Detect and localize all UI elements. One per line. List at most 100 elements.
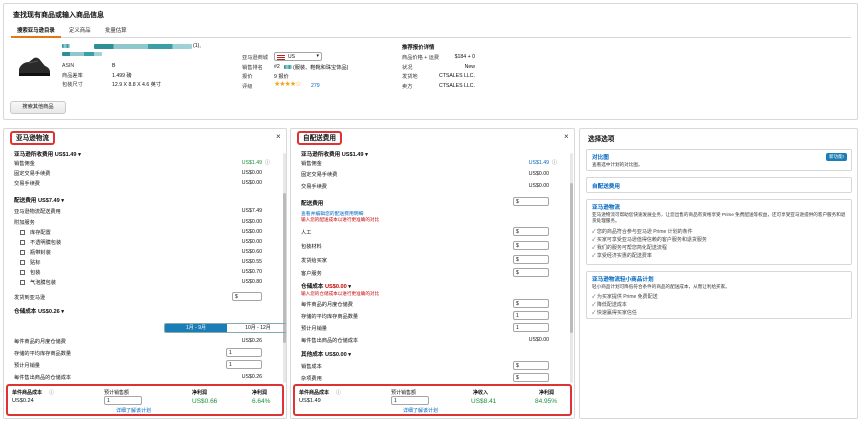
check-item: ✓ 我们的服务可帮您简化配送流程 xyxy=(592,244,667,251)
fba-ship-title: 配送费用 US$7.49 ▾ xyxy=(14,196,64,204)
rating-stars-icon: ★★★★☆ xyxy=(274,81,301,88)
fba-addon-label: 附加服务 xyxy=(14,220,35,226)
mfn-storage-row-label: 每件售出商品的仓储成本 xyxy=(301,338,359,344)
chevron-down-icon[interactable]: ▾ xyxy=(365,152,368,158)
mfn-monthly-sales-input[interactable]: 1 xyxy=(513,323,549,332)
mfn-option-card[interactable]: 自配送费用 xyxy=(586,177,852,193)
mfn-misc-input[interactable]: $ xyxy=(513,373,549,382)
service-label: 贴标 xyxy=(30,260,41,266)
checkbox-tape[interactable] xyxy=(20,250,25,255)
rank-value: #2 xyxy=(274,64,280,70)
mfn-txn-fee-label: 交易手续费 xyxy=(301,184,327,190)
service-value: US$0.80 xyxy=(241,279,262,285)
check-item: ✓ 快速赢得买家信任 xyxy=(592,309,637,316)
mfn-monthly-storage-input[interactable]: $ xyxy=(513,299,549,308)
info-icon[interactable]: ⓘ xyxy=(552,159,557,166)
product-search-panel: 查找现有商品或输入商品信息 搜索亚马逊目录 定义商品 批量估算 (1), ASI… xyxy=(3,3,858,120)
page-title: 查找现有商品或输入商品信息 xyxy=(13,12,104,19)
net-income-label: 净收入 xyxy=(473,390,489,396)
rank-label: 销售排名 xyxy=(242,65,263,71)
info-icon[interactable]: ⓘ xyxy=(49,389,54,396)
service-value: US$0.00 xyxy=(241,229,262,235)
product-image xyxy=(16,52,52,80)
ship-from-label: 发货地 xyxy=(402,74,418,80)
close-icon[interactable]: × xyxy=(276,132,281,141)
mfn-fees-title-text: 亚马逊所收费用 xyxy=(301,152,341,158)
period-toggle[interactable]: 1月 - 9月 10月 - 12月 xyxy=(164,323,286,333)
check-item: ✓ 为买家提供 Prime 免费配送 xyxy=(592,293,658,300)
search-other-button[interactable]: 搜索其他商品 xyxy=(10,101,66,114)
mfn-labor-label: 人工 xyxy=(301,230,312,236)
check-item: ✓ 买家可享受亚马逊值得信赖的客户服务和退货服务 xyxy=(592,236,707,243)
tab-bar: 搜索亚马逊目录 定义商品 批量估算 xyxy=(11,26,851,38)
learn-more-link[interactable]: 详细了解该计划 xyxy=(116,407,151,414)
scrollbar-thumb[interactable] xyxy=(283,193,286,343)
est-sales-input[interactable]: 1 xyxy=(104,396,142,405)
mfn-fees-total: US$1.49 xyxy=(341,152,364,158)
checkbox-label[interactable] xyxy=(20,260,25,265)
period-oct-dec[interactable]: 10月 - 12月 xyxy=(227,324,286,332)
mfn-avg-inventory-input[interactable]: 1 xyxy=(513,311,549,320)
redacted-rank xyxy=(284,65,292,69)
mfn-labor-input[interactable]: $ xyxy=(513,227,549,236)
chevron-down-icon[interactable]: ▾ xyxy=(78,152,81,158)
rating-count[interactable]: 279 xyxy=(311,83,320,89)
info-icon[interactable]: ⓘ xyxy=(336,389,341,396)
net-income-value: US$8.41 xyxy=(471,398,497,405)
mfn-cs-input[interactable]: $ xyxy=(513,268,549,277)
marketplace-select[interactable]: US ▾ xyxy=(274,52,322,61)
marketplace-label: 亚马逊商城 xyxy=(242,55,268,61)
tab-bulk-estimate[interactable]: 批量估算 xyxy=(99,26,133,38)
price-value: $184 + 0 xyxy=(454,54,475,60)
avg-inventory-input[interactable]: 1 xyxy=(226,348,262,357)
chevron-down-icon[interactable]: ▾ xyxy=(61,309,64,315)
fba-commission-label: 销售佣金 xyxy=(14,161,35,167)
fba-option-card[interactable]: 亚马逊物流 亚马逊物流可帮助您快速发展业务，让您出售的商品有资格享受 Prime… xyxy=(586,199,852,265)
check-text: 降低配送成本 xyxy=(596,302,627,308)
tab-define-product[interactable]: 定义商品 xyxy=(63,26,97,38)
mfn-ship-title: 配送费用 xyxy=(301,201,324,207)
price-label: 商品价格 + 运费 xyxy=(402,55,440,61)
checkbox-bubble[interactable] xyxy=(20,280,25,285)
period-jan-sep[interactable]: 1月 - 9月 xyxy=(165,324,227,332)
scrollbar[interactable] xyxy=(570,153,573,383)
mfn-fixed-fee-value: US$0.00 xyxy=(528,171,549,177)
net-margin-value: 6.64% xyxy=(252,398,271,405)
tab-search-catalog[interactable]: 搜索亚马逊目录 xyxy=(11,26,61,38)
inbound-input[interactable]: $ xyxy=(232,292,262,301)
chevron-down-icon[interactable]: ▾ xyxy=(61,198,64,204)
mfn-storage-cost-value: US$0.00 xyxy=(528,337,549,343)
est-sales-input[interactable]: 1 xyxy=(391,396,429,405)
mfn-panel: 自配送费用 × 亚马逊所收费用 US$1.49 ▾ 销售佣金 US$1.49 ⓘ… xyxy=(290,128,575,419)
learn-more-link[interactable]: 详细了解该计划 xyxy=(403,407,438,414)
fba-ship-title-text: 配送费用 xyxy=(14,198,37,204)
mfn-packaging-input[interactable]: $ xyxy=(513,241,549,250)
check-text: 享受经济实惠的配送费率 xyxy=(596,253,652,259)
mfn-ship-input[interactable]: $ xyxy=(513,197,549,206)
info-icon[interactable]: ⓘ xyxy=(265,159,270,166)
offers-value[interactable]: 9 报价 xyxy=(274,73,289,80)
close-icon[interactable]: × xyxy=(564,132,569,141)
scrollbar[interactable] xyxy=(283,153,286,383)
chevron-down-icon[interactable]: ▾ xyxy=(348,284,351,290)
check-text: 为买家提供 Prime 免费配送 xyxy=(596,294,658,300)
small-light-title: 亚马逊物流轻小商品计划 xyxy=(592,277,654,283)
check-text: 买家可享受亚马逊值得信赖的客户服务和退货服务 xyxy=(596,237,707,243)
mfn-cogs-input[interactable]: $ xyxy=(513,361,549,370)
scrollbar-thumb[interactable] xyxy=(570,183,573,333)
mfn-ship-link[interactable]: 查看并编辑您的配送费用明细 xyxy=(301,210,363,217)
chevron-down-icon[interactable]: ▾ xyxy=(348,352,351,358)
checkbox-opaque[interactable] xyxy=(20,240,25,245)
marketplace-value: US xyxy=(288,54,295,60)
monthly-sales-input[interactable]: 1 xyxy=(226,360,262,369)
weight-value: 1.499 磅 xyxy=(112,73,132,79)
checkbox-stock[interactable] xyxy=(20,230,25,235)
compare-card[interactable]: 对比图 查看选中计划的对比图。 新功能! xyxy=(586,149,852,171)
checkbox-pack[interactable] xyxy=(20,270,25,275)
service-value: US$0.60 xyxy=(241,249,262,255)
small-light-card[interactable]: 亚马逊物流轻小商品计划 轻小商品计划可降低符合条件的商品的配送成本，从而让利给买… xyxy=(586,271,852,319)
seller-label: 卖方 xyxy=(402,84,413,90)
mfn-ship-note: 输入您的配送成本以进行更准确的对比 xyxy=(301,217,380,222)
mfn-ship-buyer-input[interactable]: $ xyxy=(513,255,549,264)
check-item: ✓ 享受经济实惠的配送费率 xyxy=(592,252,652,259)
